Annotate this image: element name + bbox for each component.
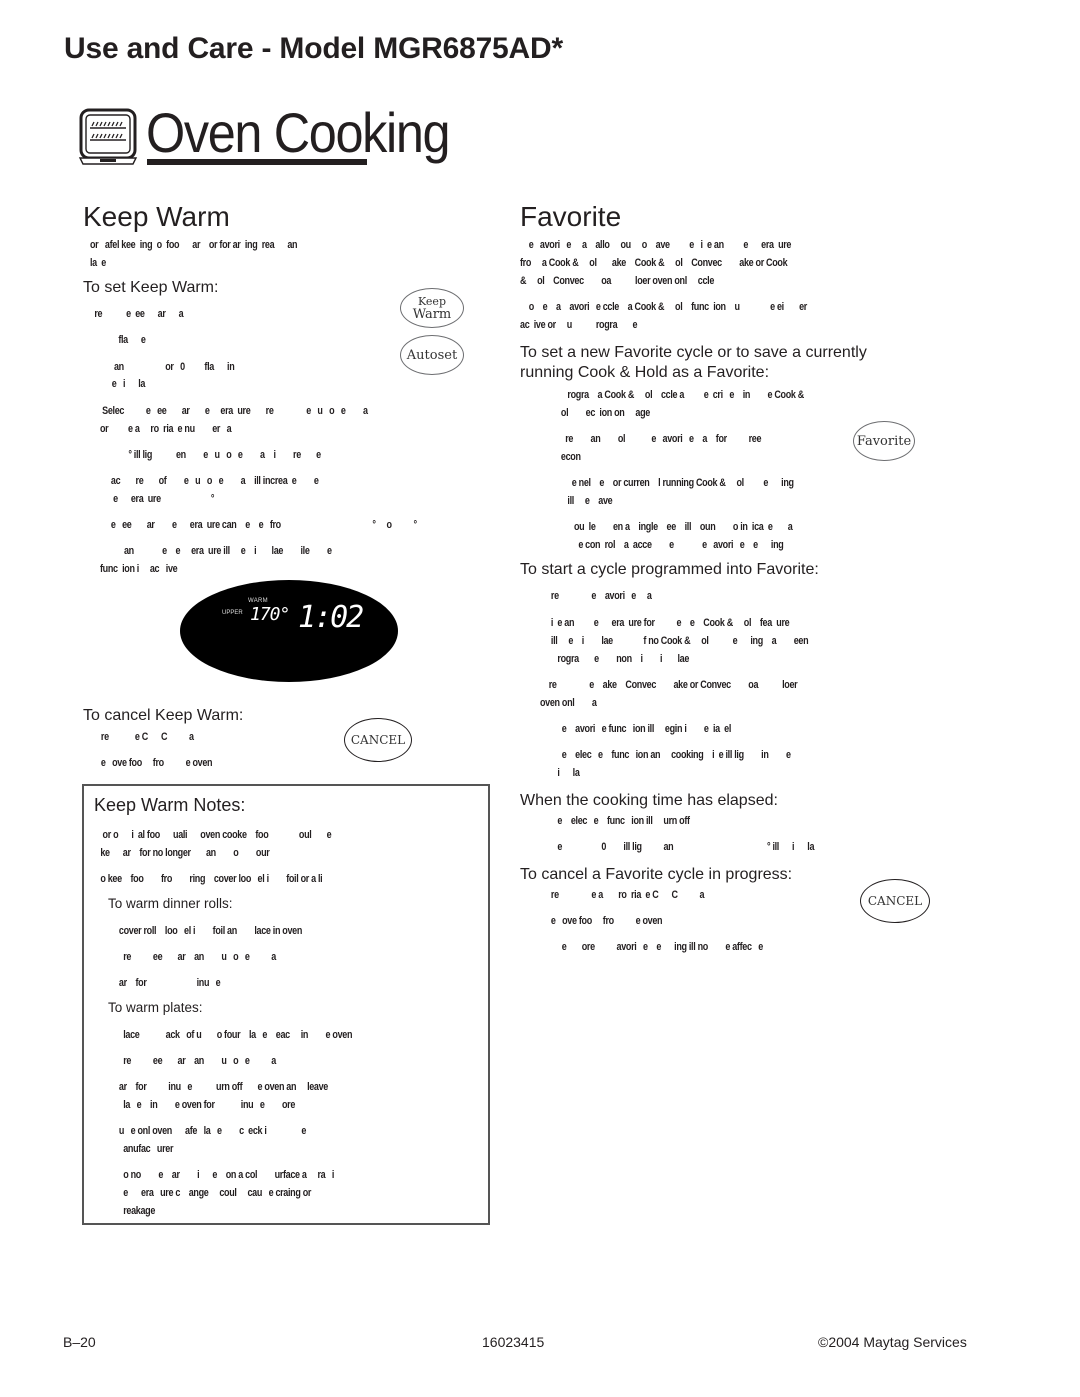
start-favorite-step: oven onl a [540,697,597,709]
keep-warm-notes-heading: Keep Warm Notes: [94,795,246,815]
keep-warm-intro-line: la e [90,257,106,269]
set-favorite-step: ou le en a ingle ee ill oun o in ica e a [550,521,793,533]
oven-control-display: WARM UPPER 170° 1:02 [180,580,398,682]
favorite-intro-line: ac ive or u rogra e [520,319,638,331]
document-number: 16023415 [482,1334,545,1350]
cancel-keep-warm-step: re e C C a [90,731,194,743]
cancel-keep-warm-step: e ove foo fro e oven [90,757,213,769]
cancel-favorite-heading: To cancel a Favorite cycle in progress: [520,866,793,883]
plates-step: re ee ar an u o e a [108,1055,276,1067]
cancel-favorite-button[interactable]: CANCEL [860,879,930,923]
keep-warm-step: e i la [90,378,146,390]
dinner-rolls-heading: To warm dinner rolls: [108,896,233,911]
keep-warm-button-label-line2: Warm [412,307,452,322]
plates-step: u e onl oven afe la e c eck i e [108,1125,307,1137]
section-title: Oven Cooking [146,101,451,164]
elapsed-heading: When the cooking time has elapsed: [520,792,778,809]
start-favorite-step: re e avori e a [540,590,652,602]
plates-step: lace ack of u o four la e eac in e oven [108,1029,353,1041]
copyright: ©2004 Maytag Services [818,1334,967,1350]
favorite-intro-line: o e a avori e ccle a Cook & ol func ion … [520,301,808,313]
set-favorite-heading: To set a new Favorite cycle or to save a… [520,344,867,381]
set-favorite-step: re an ol e avori e a for ree [550,433,762,445]
elapsed-step: e 0 ill lig an ° ill i la [540,841,815,853]
note-line: o kee foo fro ring cover loo el i foil o… [96,873,323,885]
favorite-intro-line: fro a Cook & ol ake Cook & ol Convec ake… [520,257,788,269]
autoset-button[interactable]: Autoset [400,335,464,375]
plates-step: o no e ar i e on a col urface a ra i [108,1169,335,1181]
cancel-favorite-step: e ore avori e e ing ill no e affec e [540,941,763,953]
autoset-button-label: Autoset [406,347,458,363]
set-favorite-step: ill e ave [550,495,613,507]
cancel-button[interactable]: CANCEL [344,718,412,762]
keep-warm-step: ac re of e u o e a ill increa e e [100,475,319,487]
dinner-rolls-step: cover roll loo el i foil an lace in oven [108,925,303,937]
keep-warm-button[interactable]: Keep Warm [400,288,464,328]
set-favorite-step: rogra a Cook & ol ccle a e cri e in e Co… [550,389,804,401]
favorite-intro-line: & ol Convec oa loer oven onl ccle [520,275,715,287]
plates-step: anufac urer [108,1143,174,1155]
keep-warm-step: re e ee ar a [90,308,184,320]
model-title: Use and Care - Model MGR6875AD* [64,32,563,65]
set-favorite-step: e nel e or curren l running Cook & ol e … [550,477,794,489]
start-favorite-step: i la [540,767,580,779]
set-favorite-step: e con rol a acce e e avori e e ing [550,539,784,551]
set-favorite-step: ol ec ion on age [550,407,650,419]
keep-warm-step: Selec e ee ar e era ure re e u o e a [100,405,368,417]
plates-step: e era ure c ange coul cau e craing or [108,1187,312,1199]
keep-warm-step: e ee ar e era ure can e e fro ° o ° [100,519,417,531]
dinner-rolls-step: re ee ar an u o e a [108,951,276,963]
start-favorite-heading: To start a cycle programmed into Favorit… [520,561,819,578]
elapsed-step: e elec e func ion ill urn off [540,815,690,827]
start-favorite-step: ill e i lae f no Cook & ol e ing a een [540,635,809,647]
plates-step: ar for inu e urn off e oven an leave [108,1081,329,1093]
plates-step: reakage [108,1205,156,1217]
favorite-heading: Favorite [520,201,622,232]
cancel-favorite-button-label: CANCEL [867,894,923,908]
cancel-favorite-step: re e a ro ria e C C a [540,889,705,901]
set-keep-warm-heading: To set Keep Warm: [83,279,219,296]
title-underline [147,159,367,165]
note-line: or o i al foo uali oven cooke foo oul e [96,829,332,841]
favorite-button[interactable]: Favorite [853,421,915,461]
start-favorite-step: rogra e non i i lae [540,653,690,665]
keep-warm-step: an e e era ure ill e i lae ile e [100,545,332,557]
keep-warm-step: fla e [90,334,146,346]
keep-warm-step: func ion i ac ive [100,563,178,575]
cancel-keep-warm-heading: To cancel Keep Warm: [83,707,244,724]
dinner-rolls-step: ar for inu e [108,977,221,989]
note-line: ke ar for no longer an o our [96,847,270,859]
keep-warm-step: an or 0 fla in [90,361,235,373]
cancel-favorite-step: e ove foo fro e oven [540,915,663,927]
keep-warm-step: ° ill lig en e u o e a i re e [100,449,321,461]
cancel-button-label: CANCEL [350,733,406,747]
page-number: B–20 [63,1334,96,1350]
start-favorite-step: i e an e era ure for e e Cook & ol fea u… [540,617,790,629]
set-favorite-step: econ [550,451,581,463]
plates-heading: To warm plates: [108,1000,203,1015]
keep-warm-intro-line: or afel kee ing o foo ar or for ar ing r… [90,239,298,251]
display-oven-label: UPPER [222,610,243,616]
start-favorite-step: e elec e func ion an cooking i e ill lig… [540,749,791,761]
start-favorite-step: re e ake Convec ake or Convec oa loer [540,679,798,691]
plates-step: la e in e oven for inu e ore [108,1099,296,1111]
start-favorite-step: e avori e func ion ill egin i e ia el [540,723,732,735]
keep-warm-heading: Keep Warm [83,201,230,232]
display-time: 1:02 [298,600,364,635]
keep-warm-step: e era ure ° [100,493,215,505]
oven-icon [78,108,138,166]
display-temperature: 170° [250,604,290,625]
favorite-button-label: Favorite [856,433,912,449]
favorite-intro-line: e avori e a allo ou o ave e i e an e era… [520,239,792,251]
keep-warm-step: or e a ro ria e nu er a [100,423,232,435]
